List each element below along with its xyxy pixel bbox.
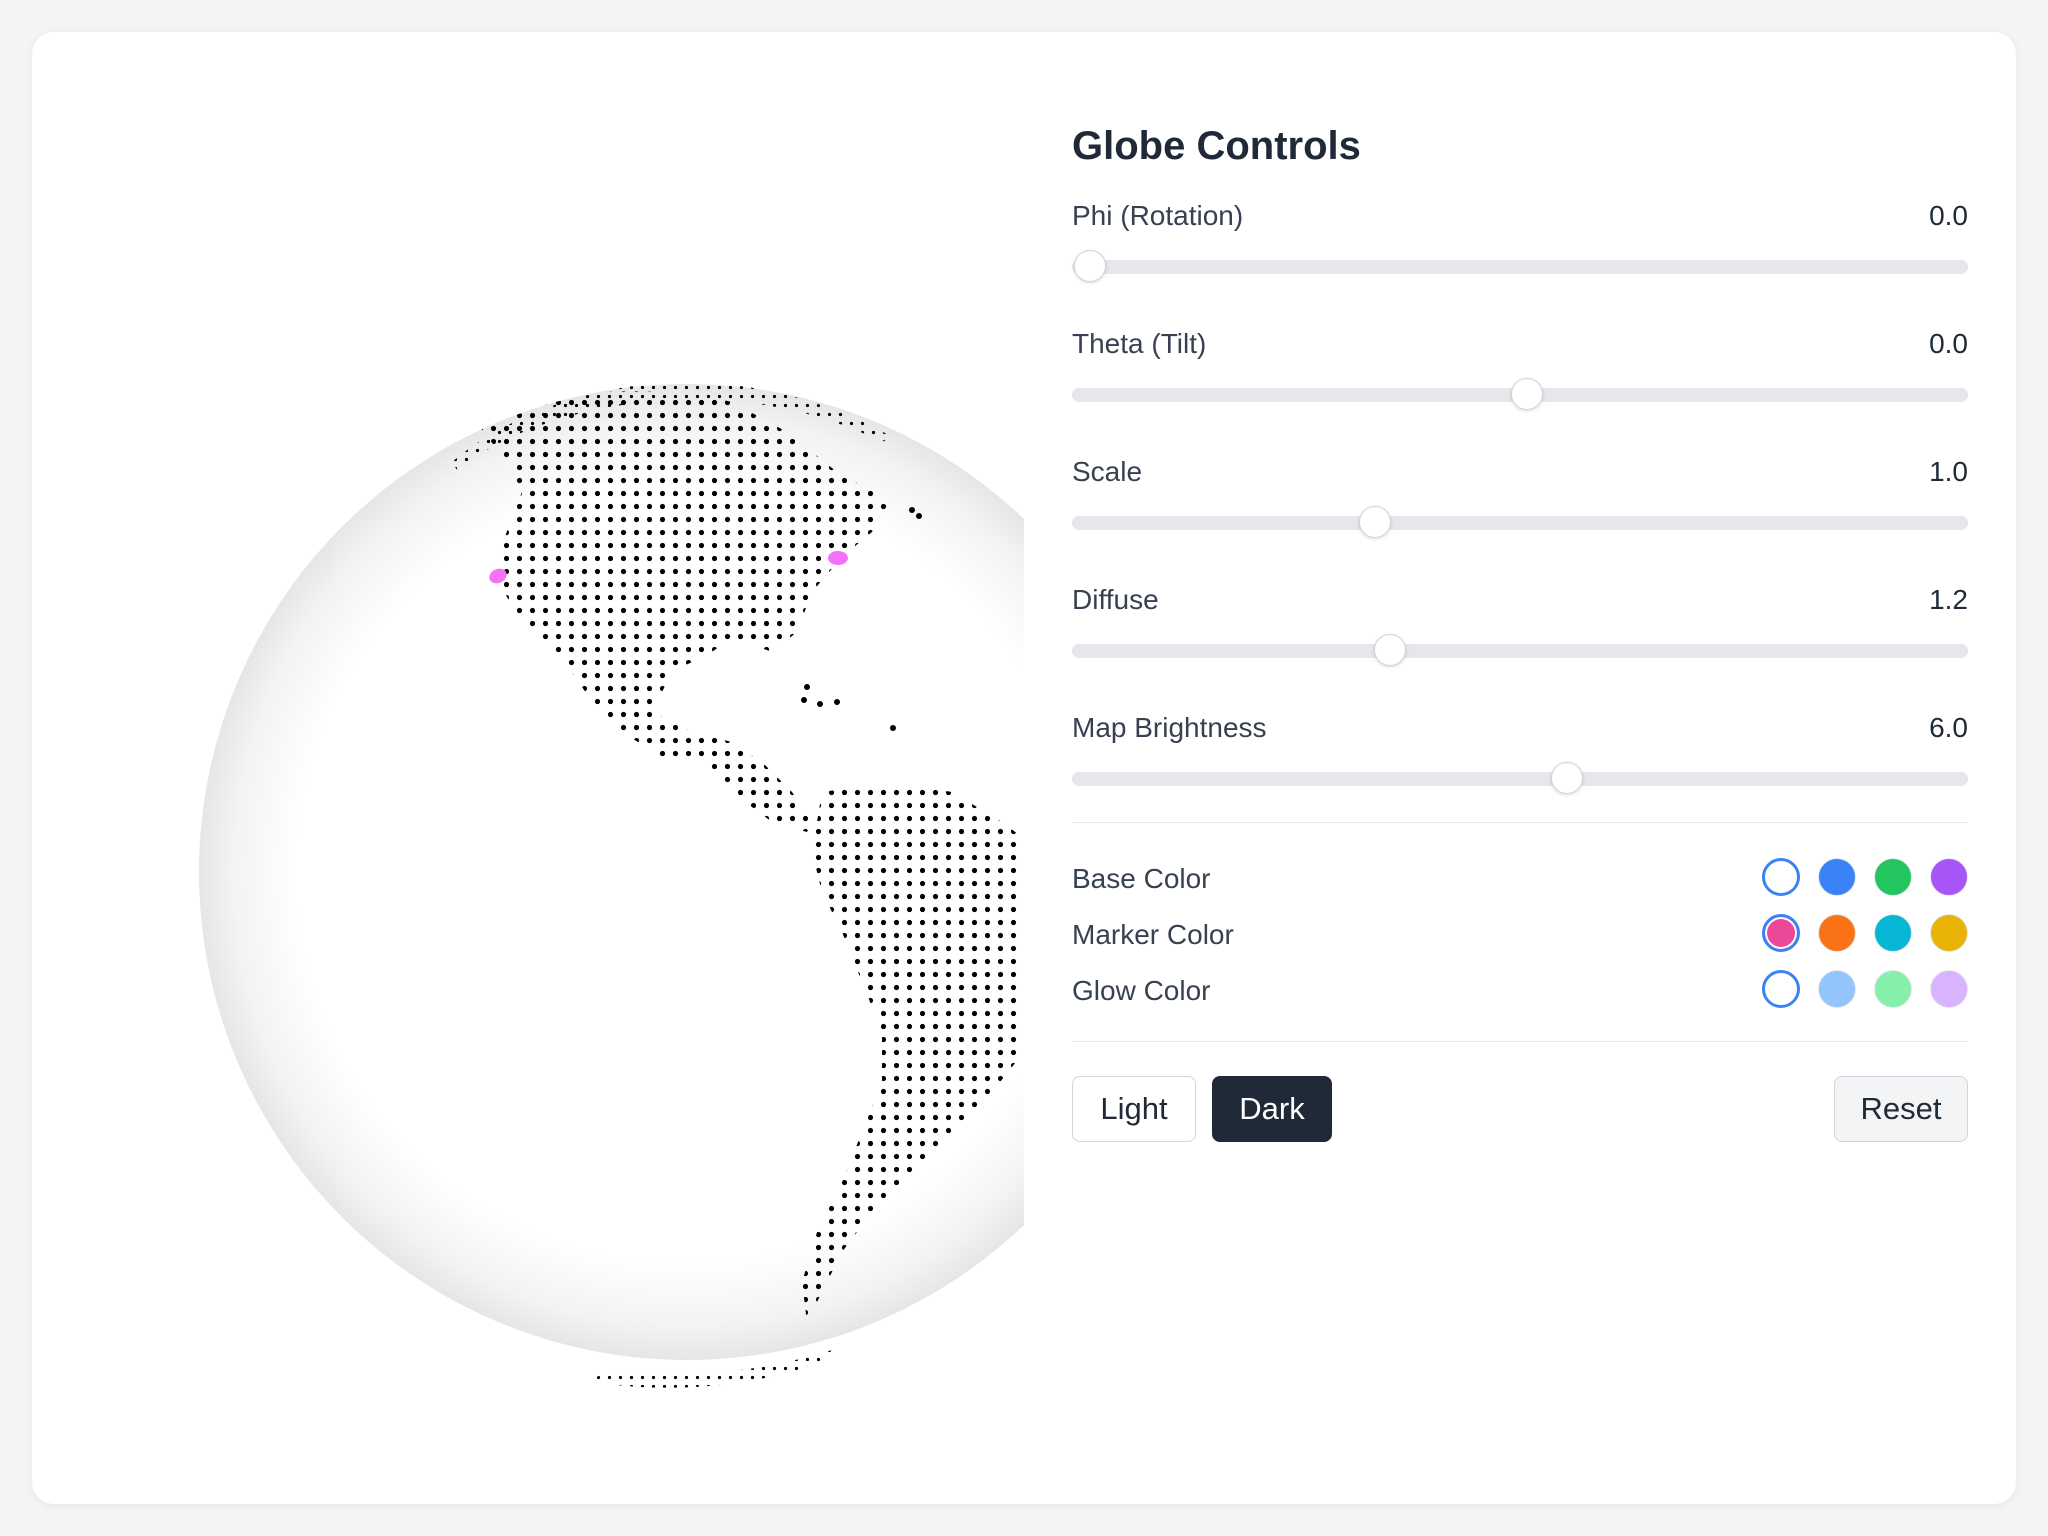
color-swatch[interactable] xyxy=(1818,970,1856,1008)
globe-svg[interactable] xyxy=(32,32,1024,1504)
color-swatch[interactable] xyxy=(1818,914,1856,952)
color-swatch[interactable] xyxy=(1874,914,1912,952)
panel-title: Globe Controls xyxy=(1072,124,1361,168)
slider-map-brightness: Map Brightness 6.0 xyxy=(1072,708,1968,822)
color-swatch[interactable] xyxy=(1818,858,1856,896)
color-row-glow: Glow Color xyxy=(1072,963,1968,1019)
slider-track[interactable] xyxy=(1072,506,1968,538)
slider-thumb[interactable] xyxy=(1358,506,1391,538)
slider-theta: Theta (Tilt) 0.0 xyxy=(1072,324,1968,452)
color-swatch[interactable] xyxy=(1874,970,1912,1008)
slider-phi: Phi (Rotation) 0.0 xyxy=(1072,196,1968,324)
controls-panel: Globe Controls Phi (Rotation) 0.0 Theta … xyxy=(1072,86,1968,1144)
globe-canvas[interactable] xyxy=(32,32,1024,1504)
slider-diffuse: Diffuse 1.2 xyxy=(1072,580,1968,708)
swatch-group xyxy=(1762,858,1968,896)
slider-value: 1.0 xyxy=(1929,456,1968,487)
divider xyxy=(1072,1041,1968,1042)
slider-thumb[interactable] xyxy=(1551,762,1584,794)
color-section: Base Color Marker Color Glow Color xyxy=(1072,823,1968,1041)
color-swatch[interactable] xyxy=(1762,858,1800,896)
color-label: Glow Color xyxy=(1072,975,1211,1006)
slider-thumb[interactable] xyxy=(1374,634,1407,666)
slider-track[interactable] xyxy=(1072,250,1968,282)
slider-track[interactable] xyxy=(1072,378,1968,410)
slider-scale: Scale 1.0 xyxy=(1072,452,1968,580)
slider-value: 1.2 xyxy=(1929,584,1968,615)
button-row: Light Dark Reset xyxy=(1072,1076,1968,1144)
color-label: Marker Color xyxy=(1072,919,1234,950)
slider-thumb[interactable] xyxy=(1511,378,1544,410)
dark-theme-button[interactable]: Dark xyxy=(1212,1076,1332,1142)
slider-label: Theta (Tilt) xyxy=(1072,328,1207,359)
color-row-base: Base Color xyxy=(1072,851,1968,907)
slider-value: 6.0 xyxy=(1929,712,1968,743)
slider-track[interactable] xyxy=(1072,634,1968,666)
slider-value: 0.0 xyxy=(1929,328,1968,359)
swatch-group xyxy=(1762,914,1968,952)
reset-button[interactable]: Reset xyxy=(1834,1076,1968,1142)
slider-label: Diffuse xyxy=(1072,584,1159,615)
color-swatch[interactable] xyxy=(1930,858,1968,896)
color-swatch[interactable] xyxy=(1762,970,1800,1008)
color-label: Base Color xyxy=(1072,863,1211,894)
slider-label: Phi (Rotation) xyxy=(1072,200,1244,231)
marker-east xyxy=(828,551,848,565)
slider-value: 0.0 xyxy=(1929,200,1968,231)
main-card: Globe Controls Phi (Rotation) 0.0 Theta … xyxy=(32,32,2016,1504)
color-swatch[interactable] xyxy=(1874,858,1912,896)
light-theme-button[interactable]: Light xyxy=(1072,1076,1196,1142)
color-swatch[interactable] xyxy=(1930,970,1968,1008)
swatch-group xyxy=(1762,970,1968,1008)
slider-label: Map Brightness xyxy=(1072,712,1267,743)
color-row-marker: Marker Color xyxy=(1072,907,1968,963)
slider-label: Scale xyxy=(1072,456,1143,487)
slider-track[interactable] xyxy=(1072,762,1968,794)
color-swatch[interactable] xyxy=(1762,914,1800,952)
color-swatch[interactable] xyxy=(1930,914,1968,952)
slider-thumb[interactable] xyxy=(1073,250,1106,282)
